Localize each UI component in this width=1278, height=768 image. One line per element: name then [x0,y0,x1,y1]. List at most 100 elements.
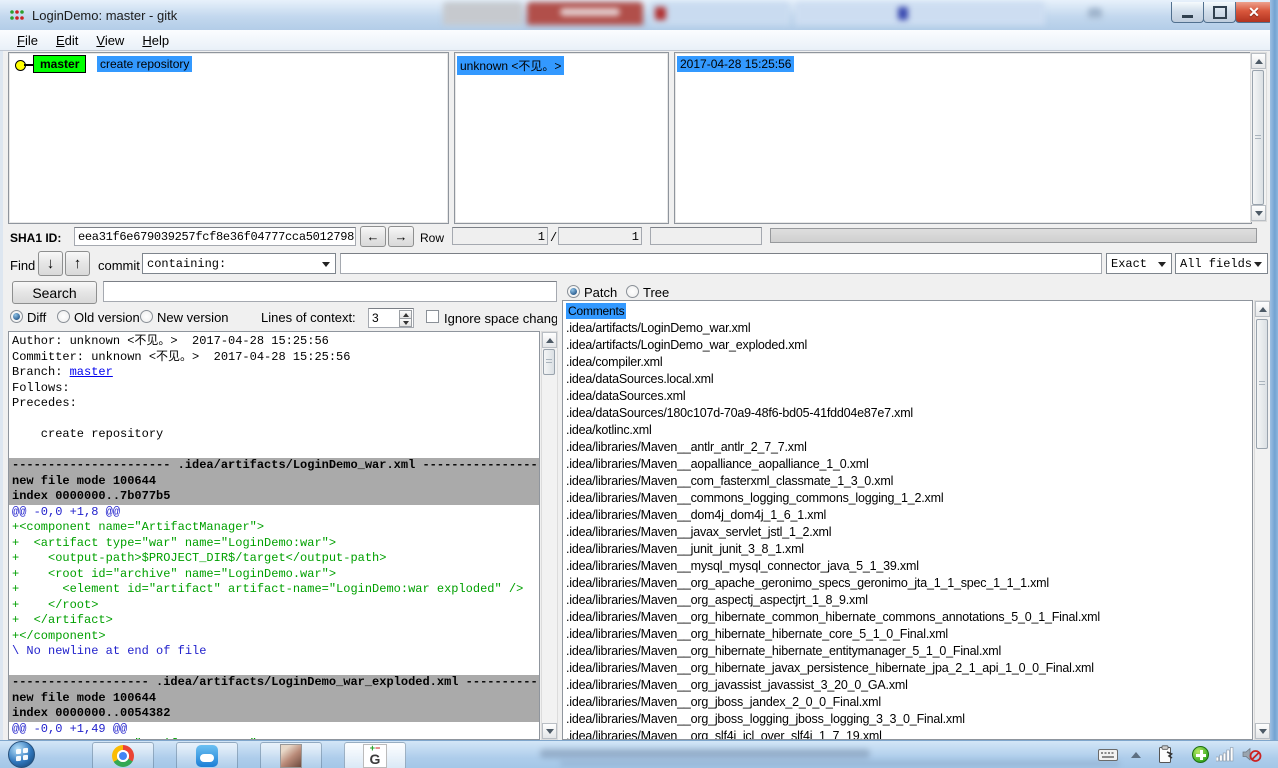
file-row[interactable]: .idea/libraries/Maven__aopalliance_aopal… [563,456,1252,473]
window-border-right [1270,0,1278,740]
find-type-dropdown[interactable]: containing: [142,253,336,274]
browser-icon [196,745,218,767]
match-mode-dropdown[interactable]: Exact [1106,253,1172,274]
file-row[interactable]: .idea/dataSources.local.xml [563,371,1252,388]
selected-entry[interactable]: Comments [566,303,626,319]
patch-radio[interactable] [567,285,580,298]
find-prev-button[interactable]: ↑ [65,251,90,276]
commit-author-panel[interactable]: unknown <不见。> [454,52,669,224]
row-extra-field[interactable] [650,227,762,245]
commit-author[interactable]: unknown <不见。> [457,56,564,75]
menu-file[interactable]: File [8,32,47,49]
diff-line: + <output-path>$PROJECT_DIR$/target</out… [9,551,539,567]
fields-value: All fields [1180,257,1252,271]
search-button[interactable]: Search [12,281,97,304]
scrollbar-thumb[interactable] [1252,70,1264,205]
file-row[interactable]: .idea/libraries/Maven__javax_servlet_jst… [563,524,1252,541]
new-version-radio[interactable] [140,310,153,323]
file-row[interactable]: .idea/kotlinc.xml [563,422,1252,439]
file-row[interactable]: .idea/libraries/Maven__org_jboss_jandex_… [563,694,1252,711]
prev-commit-button[interactable]: ← [360,226,386,247]
menu-help[interactable]: Help [133,32,178,49]
file-list-pane[interactable]: Comments.idea/artifacts/LoginDemo_war.xm… [562,300,1253,740]
file-row[interactable]: .idea/libraries/Maven__com_fasterxml_cla… [563,473,1252,490]
taskbar-app-photo[interactable] [260,742,322,768]
volume-muted-icon[interactable] [1242,746,1262,763]
file-row[interactable]: .idea/compiler.xml [563,354,1252,371]
clipboard-plug-icon[interactable] [1158,745,1174,764]
file-row[interactable]: .idea/libraries/Maven__commons_logging_c… [563,490,1252,507]
diff-radio[interactable] [10,310,23,323]
find-type-value: containing: [147,257,226,271]
taskbar-app-chrome[interactable] [92,742,154,768]
scroll-up-icon[interactable] [1255,301,1270,317]
branch-tag[interactable]: master [33,55,86,73]
spin-down-icon[interactable] [399,318,412,327]
tree-radio[interactable] [626,285,639,298]
commit-graph-panel[interactable]: master create repository [8,52,449,224]
file-row[interactable]: .idea/libraries/Maven__org_slf4j_jcl_ove… [563,728,1252,740]
file-list-scrollbar[interactable] [1254,300,1271,740]
context-spinbox[interactable]: 3 [368,308,414,328]
commit-date-panel[interactable]: 2017-04-28 15:25:56 [674,52,1252,224]
ignore-space-checkbox[interactable] [426,310,439,323]
scroll-down-icon[interactable] [1255,723,1270,739]
scroll-down-icon[interactable] [542,723,557,739]
file-row[interactable]: .idea/dataSources.xml [563,388,1252,405]
next-commit-button[interactable]: → [388,226,414,247]
show-hidden-icons-button[interactable] [1131,752,1141,758]
row-current-field[interactable]: 1 [452,227,548,245]
start-button[interactable] [8,741,35,768]
minimize-button[interactable] [1171,2,1204,23]
commit-date[interactable]: 2017-04-28 15:25:56 [677,56,794,72]
file-list-comments-row[interactable]: Comments [563,303,1252,320]
scroll-up-icon[interactable] [542,332,557,348]
taskbar-app-gitk[interactable]: +− G [344,742,406,768]
branch-link[interactable]: master [70,365,113,379]
network-signal-icon[interactable] [1216,747,1234,762]
file-row[interactable]: .idea/libraries/Maven__junit_junit_3_8_1… [563,541,1252,558]
old-version-radio[interactable] [57,310,70,323]
scrollbar-thumb[interactable] [543,349,555,375]
row-total-field[interactable]: 1 [558,227,642,245]
menu-view[interactable]: View [87,32,133,49]
gitk-window: LoginDemo: master - gitk ✕ FileEditViewH… [0,0,1278,768]
photo-icon [280,744,302,768]
scroll-down-icon[interactable] [1251,205,1266,221]
file-row[interactable]: .idea/artifacts/LoginDemo_war_exploded.x… [563,337,1252,354]
file-row[interactable]: .idea/libraries/Maven__mysql_mysql_conne… [563,558,1252,575]
file-row[interactable]: .idea/libraries/Maven__org_apache_geroni… [563,575,1252,592]
file-row[interactable]: .idea/libraries/Maven__org_hibernate_hib… [563,626,1252,643]
commit-list-scrollbar[interactable] [1250,52,1267,222]
file-row[interactable]: .idea/libraries/Maven__org_javassist_jav… [563,677,1252,694]
file-row[interactable]: .idea/artifacts/LoginDemo_war.xml [563,320,1252,337]
diff-scrollbar[interactable] [541,331,558,740]
diff-line: + <root id="archive" name="LoginDemo.war… [9,567,539,583]
scrollbar-thumb[interactable] [1256,319,1268,449]
diff-text-pane[interactable]: Author: unknown <不见。> 2017-04-28 15:25:5… [8,331,540,740]
maximize-button[interactable] [1203,2,1236,23]
file-row[interactable]: .idea/libraries/Maven__org_jboss_logging… [563,711,1252,728]
keyboard-icon[interactable] [1098,748,1118,762]
sha1-input[interactable]: eea31f6e679039257fcf8e36f04777cca5012798 [74,227,356,246]
file-row[interactable]: .idea/libraries/Maven__org_hibernate_jav… [563,660,1252,677]
commit-subject[interactable]: create repository [97,56,192,72]
file-row[interactable]: .idea/libraries/Maven__dom4j_dom4j_1_6_1… [563,507,1252,524]
file-row[interactable]: .idea/libraries/Maven__org_hibernate_com… [563,609,1252,626]
search-input[interactable] [103,281,557,302]
find-next-button[interactable]: ↓ [38,251,63,276]
antivirus-icon[interactable] [1192,746,1209,763]
diff-line: Follows: [9,381,539,397]
taskbar-app-browser[interactable] [176,742,238,768]
diff-line: + <element id="artifact" artifact-name="… [9,582,539,598]
menu-edit[interactable]: Edit [47,32,87,49]
file-row[interactable]: .idea/libraries/Maven__org_hibernate_hib… [563,643,1252,660]
find-pattern-input[interactable] [340,253,1102,274]
file-row[interactable]: .idea/libraries/Maven__antlr_antlr_2_7_7… [563,439,1252,456]
file-row[interactable]: .idea/libraries/Maven__org_aspectj_aspec… [563,592,1252,609]
scroll-up-icon[interactable] [1251,53,1266,69]
file-row[interactable]: .idea/dataSources/180c107d-70a9-48f6-bd0… [563,405,1252,422]
close-button[interactable]: ✕ [1235,2,1273,23]
fields-dropdown[interactable]: All fields [1175,253,1268,274]
background-tab-icon [655,7,666,20]
